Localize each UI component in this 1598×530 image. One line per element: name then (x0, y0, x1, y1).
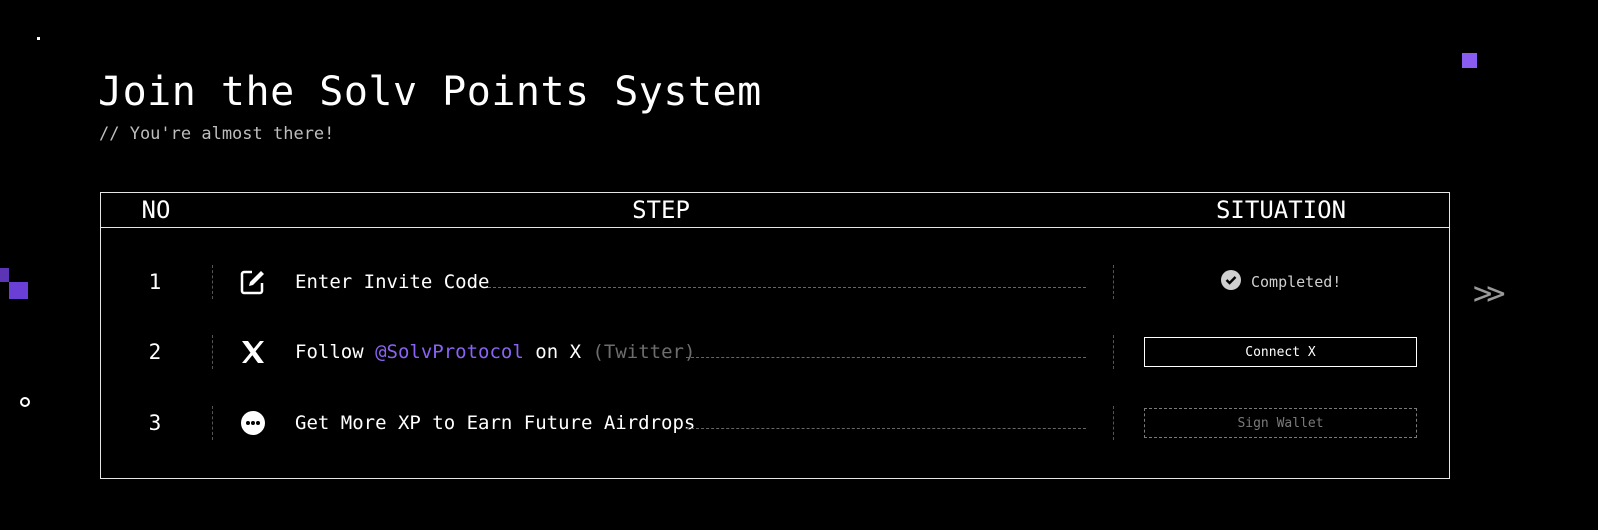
more-icon (239, 409, 267, 437)
table-header: NO STEP SITUATION (101, 193, 1449, 228)
check-circle-icon (1221, 270, 1241, 294)
pixel-decoration (9, 282, 28, 299)
steps-table: NO STEP SITUATION 1 Enter Invite Code Co… (100, 192, 1450, 479)
column-divider (1113, 335, 1114, 369)
page: >> Join the Solv Points System // You're… (0, 0, 1598, 530)
step-number: 1 (148, 270, 162, 294)
status-completed: Completed! (1221, 265, 1341, 299)
step-number: 2 (148, 340, 162, 364)
column-divider (212, 406, 213, 440)
column-divider (1113, 406, 1114, 440)
column-header-no: NO (141, 196, 171, 224)
step-text-prefix: Follow (295, 341, 364, 363)
step-label: Follow @SolvProtocol on X (Twitter) (295, 335, 695, 369)
leader-line (686, 428, 1086, 429)
table-row: 1 Enter Invite Code Completed! (101, 265, 1449, 299)
step-label: Get More XP to Earn Future Airdrops (295, 412, 696, 434)
column-header-step: STEP (632, 196, 690, 224)
pixel-decoration (0, 268, 9, 282)
twitter-handle-link[interactable]: @SolvProtocol (375, 341, 524, 363)
table-row: 2 Follow @SolvProtocol on X (Twitter) Co… (101, 335, 1449, 369)
connect-x-button[interactable]: Connect X (1144, 337, 1417, 367)
page-subtitle: // You're almost there! (99, 124, 335, 144)
column-divider (212, 265, 213, 299)
table-row: 3 Get More XP to Earn Future Airdrops Si… (101, 406, 1449, 440)
status-label: Completed! (1251, 273, 1342, 291)
page-title: Join the Solv Points System (98, 69, 762, 115)
column-divider (1113, 265, 1114, 299)
sign-wallet-button[interactable]: Sign Wallet (1144, 408, 1417, 438)
leader-line (686, 357, 1086, 358)
ring-decoration (20, 397, 30, 407)
next-arrows-icon[interactable]: >> (1473, 270, 1505, 316)
column-divider (212, 335, 213, 369)
column-header-situation: SITUATION (1215, 196, 1347, 224)
step-label: Enter Invite Code (295, 271, 490, 293)
step-number: 3 (148, 411, 162, 435)
step-text-suffix: (Twitter) (592, 341, 696, 363)
leader-line (488, 287, 1086, 288)
x-logo-icon (239, 338, 267, 366)
dot-decoration (37, 37, 40, 40)
step-text-mid: on X (535, 341, 582, 363)
purple-square-decoration (1462, 53, 1477, 68)
edit-icon (239, 268, 267, 296)
